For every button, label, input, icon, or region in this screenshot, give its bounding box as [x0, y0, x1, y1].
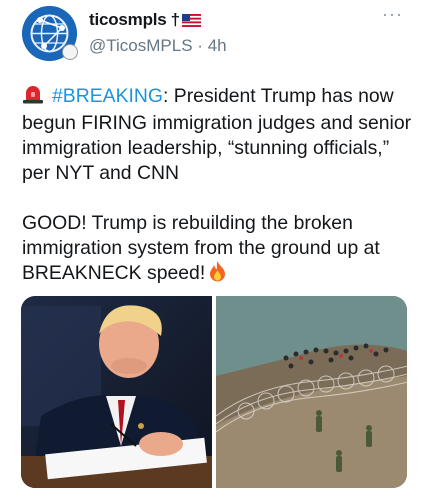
- separator: ·: [197, 36, 203, 55]
- display-name-row[interactable]: ticosmpls †: [89, 10, 201, 32]
- more-options-icon[interactable]: ···: [382, 4, 403, 25]
- tweet-line-2-text: GOOD! Trump is rebuilding the broken imm…: [22, 212, 380, 284]
- tweet-paragraph-1: #BREAKING: President Trump has now begun…: [22, 84, 414, 186]
- police-light-icon: [22, 84, 44, 111]
- timestamp[interactable]: 4h: [208, 36, 227, 55]
- avatar-badge-icon: [62, 44, 78, 60]
- handle-line: @TicosMPLS · 4h: [89, 36, 227, 56]
- media-grid[interactable]: [21, 296, 407, 488]
- us-flag-icon: [181, 12, 201, 32]
- fire-emoji-icon: [209, 261, 226, 289]
- display-name[interactable]: ticosmpls: [89, 10, 167, 29]
- name-symbol: †: [170, 10, 180, 29]
- hashtag-breaking[interactable]: #BREAKING: [52, 85, 163, 107]
- photo-signing[interactable]: [21, 296, 213, 488]
- handle[interactable]: @TicosMPLS: [89, 36, 193, 55]
- tweet-paragraph-2: GOOD! Trump is rebuilding the broken imm…: [22, 211, 414, 289]
- photo-border[interactable]: [215, 296, 407, 488]
- border-photo-image: [215, 296, 407, 488]
- signing-photo-image: [21, 296, 212, 488]
- tweet-body: #BREAKING: President Trump has now begun…: [22, 84, 414, 289]
